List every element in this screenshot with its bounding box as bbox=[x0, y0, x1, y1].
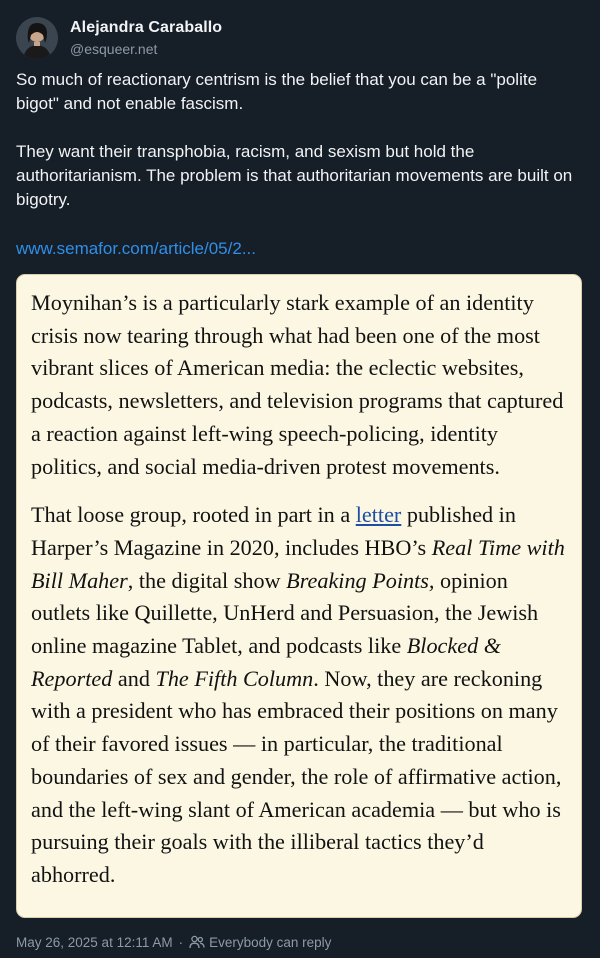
author-handle[interactable]: @esqueer.net bbox=[70, 40, 222, 58]
quote-image[interactable]: Moynihan’s is a particularly stark examp… bbox=[16, 274, 582, 918]
quote-paragraph: That loose group, rooted in part in a le… bbox=[31, 499, 571, 891]
post-paragraph: So much of reactionary centrism is the b… bbox=[16, 70, 538, 113]
quote-text: Moynihan’s is a particularly stark examp… bbox=[31, 287, 571, 892]
quote-italic-title: The Fifth Column bbox=[155, 665, 314, 691]
quote-text-run: . Now, they are reckoning with a preside… bbox=[31, 665, 562, 887]
quote-text-run: , the digital show bbox=[127, 567, 287, 593]
footer-separator: · bbox=[178, 934, 184, 950]
people-icon bbox=[189, 935, 205, 949]
post-text: So much of reactionary centrism is the b… bbox=[16, 68, 584, 212]
avatar[interactable] bbox=[16, 17, 58, 59]
quote-letter-link[interactable]: letter bbox=[356, 502, 402, 527]
quote-text-run: That loose group, rooted in part in a bbox=[31, 502, 356, 528]
author-names: Alejandra Caraballo @esqueer.net bbox=[70, 18, 222, 58]
article-link[interactable]: www.semafor.com/article/05/2... bbox=[16, 237, 256, 261]
post: Alejandra Caraballo @esqueer.net So much… bbox=[0, 0, 600, 958]
post-footer: May 26, 2025 at 12:11 AM · Everybody can… bbox=[16, 932, 331, 952]
reply-setting[interactable]: Everybody can reply bbox=[209, 935, 331, 950]
quote-paragraph: Moynihan’s is a particularly stark examp… bbox=[31, 290, 564, 479]
author-display-name[interactable]: Alejandra Caraballo bbox=[70, 18, 222, 38]
post-header: Alejandra Caraballo @esqueer.net bbox=[16, 16, 222, 60]
quote-italic-title: Breaking Points, bbox=[286, 567, 435, 593]
quote-text-run: and bbox=[112, 665, 156, 691]
post-paragraph: They want their transphobia, racism, and… bbox=[16, 142, 573, 209]
post-timestamp[interactable]: May 26, 2025 at 12:11 AM bbox=[16, 935, 173, 950]
